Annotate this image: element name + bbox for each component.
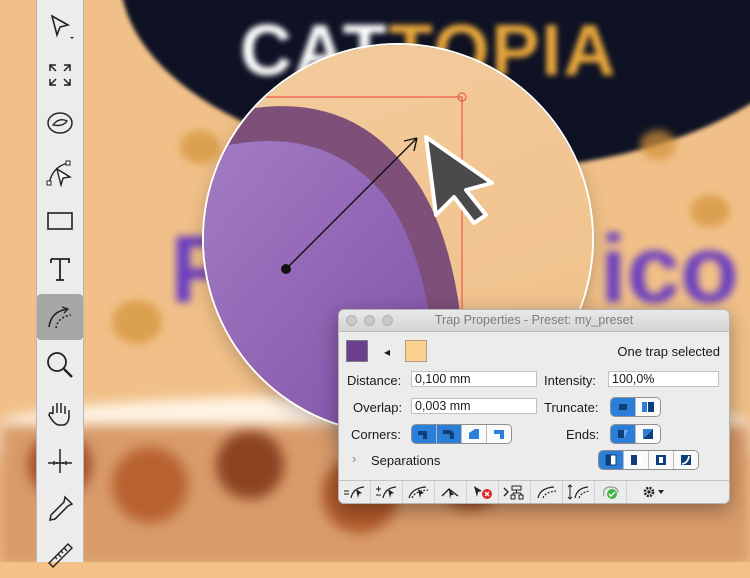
separation-inner-icon	[656, 455, 666, 465]
trap-delete-icon	[473, 486, 492, 499]
trap-origin-point	[281, 264, 291, 274]
gear-icon	[643, 486, 664, 498]
eyedropper-icon	[49, 495, 74, 521]
arrow-pointer-icon	[50, 14, 74, 39]
separations-label[interactable]: Separations	[371, 453, 440, 468]
ends-segmented-control	[610, 424, 661, 444]
text-T-icon	[50, 258, 70, 281]
ruler-icon	[48, 543, 73, 568]
truncate-start-icon	[619, 404, 627, 410]
corner-bevel-option[interactable]	[462, 425, 487, 443]
separation-half-icon	[605, 454, 617, 466]
trap-from-color-swatch[interactable]	[346, 340, 368, 362]
trap-create-icon	[407, 486, 428, 499]
trap-size-button[interactable]	[563, 481, 595, 503]
trap-curve-button[interactable]	[531, 481, 563, 503]
rectangle-icon	[47, 212, 73, 230]
panel-title: Trap Properties - Preset: my_preset	[434, 313, 634, 327]
mouse-cursor-icon	[424, 135, 494, 225]
crosshair-ruler-icon	[48, 449, 72, 473]
separation-option-4[interactable]	[674, 451, 698, 469]
corner-round-option[interactable]	[437, 425, 462, 443]
trap-to-color-swatch[interactable]	[405, 340, 427, 362]
corners-label: Corners:	[351, 427, 401, 442]
trap-corner-button[interactable]	[435, 481, 467, 503]
intensity-label: Intensity:	[544, 373, 597, 388]
separation-slash-icon	[681, 455, 691, 465]
ends-diagonal-icon	[643, 429, 653, 439]
trap-corner-icon	[441, 488, 458, 499]
trap-curve-icon	[536, 486, 556, 499]
separations-disclosure-chevron-icon[interactable]: ›	[352, 451, 356, 466]
trap-tool-button[interactable]	[37, 294, 83, 340]
trap-equal-button[interactable]	[339, 481, 371, 503]
trap-hierarchy-icon	[503, 485, 523, 500]
separation-option-3[interactable]	[649, 451, 674, 469]
corner-round-icon	[443, 430, 454, 439]
truncate-option-1[interactable]	[611, 398, 636, 416]
trap-curve-icon	[48, 306, 72, 329]
separation-option-2[interactable]	[624, 451, 649, 469]
eyedropper-tool-button[interactable]	[37, 486, 83, 532]
corner-square-option[interactable]	[487, 425, 511, 443]
separations-segmented-control	[598, 450, 699, 470]
hand-icon	[48, 403, 70, 426]
ruler-tool-button[interactable]	[37, 532, 83, 578]
artwork-paw-decoration	[640, 130, 676, 160]
trap-hierarchy-button[interactable]	[499, 481, 531, 503]
measure-tool-button[interactable]	[37, 438, 83, 484]
separation-option-1[interactable]	[599, 451, 624, 469]
artwork-paw-decoration	[690, 195, 730, 227]
trap-refresh-button[interactable]	[595, 481, 627, 503]
trap-delete-button[interactable]	[467, 481, 499, 503]
ends-option-2[interactable]	[636, 425, 660, 443]
corner-miter-icon	[418, 431, 427, 439]
hand-tool-button[interactable]	[37, 390, 83, 436]
path-nodes-icon	[46, 160, 73, 188]
artwork-paw-decoration	[112, 300, 162, 344]
trap-commands-bar	[339, 480, 729, 503]
corner-bevel-icon	[469, 429, 479, 439]
expand-arrows-icon	[49, 64, 71, 86]
corner-square-icon	[494, 430, 504, 439]
refresh-icon	[602, 486, 619, 499]
trap-create-button[interactable]	[403, 481, 435, 503]
trap-direction-icon[interactable]: ◂	[384, 345, 390, 359]
corner-miter-option[interactable]	[412, 425, 437, 443]
selection-tool-button[interactable]	[37, 4, 83, 50]
tool-bar	[36, 0, 84, 568]
truncate-option-2[interactable]	[636, 398, 660, 416]
zoom-tool-button[interactable]	[37, 342, 83, 388]
trap-size-icon	[567, 484, 590, 500]
trap-plusminus-icon	[375, 486, 396, 499]
distance-field[interactable]: 0,100 mm	[411, 371, 537, 387]
rectangle-tool-button[interactable]	[37, 198, 83, 244]
overlap-label: Overlap:	[353, 400, 403, 415]
distance-label: Distance:	[347, 373, 402, 388]
magnifier-icon	[47, 352, 73, 378]
ends-label: Ends:	[566, 427, 600, 442]
panel-titlebar[interactable]: Trap Properties - Preset: my_preset	[339, 310, 729, 332]
truncate-segmented-control	[610, 397, 661, 417]
trap-plusminus-button[interactable]	[371, 481, 403, 503]
object-eye-icon	[47, 112, 73, 134]
corners-segmented-control	[411, 424, 512, 444]
intensity-field[interactable]: 100,0%	[608, 371, 719, 387]
path-select-tool-button[interactable]	[37, 150, 83, 196]
object-tool-button[interactable]	[37, 100, 83, 146]
ends-square-icon	[618, 430, 628, 438]
trap-properties-panel: Trap Properties - Preset: my_preset ◂ On…	[338, 309, 730, 504]
truncate-end-icon	[642, 402, 654, 412]
trap-equal-icon	[343, 486, 364, 499]
overlap-field[interactable]: 0,003 mm	[411, 398, 537, 414]
separation-block-icon	[631, 455, 641, 465]
truncate-label: Truncate:	[544, 400, 599, 415]
ends-option-1[interactable]	[611, 425, 636, 443]
zoom-fit-tool-button[interactable]	[37, 52, 83, 98]
text-tool-button[interactable]	[37, 246, 83, 292]
panel-settings-button[interactable]	[627, 481, 679, 503]
selection-status: One trap selected	[617, 344, 720, 359]
